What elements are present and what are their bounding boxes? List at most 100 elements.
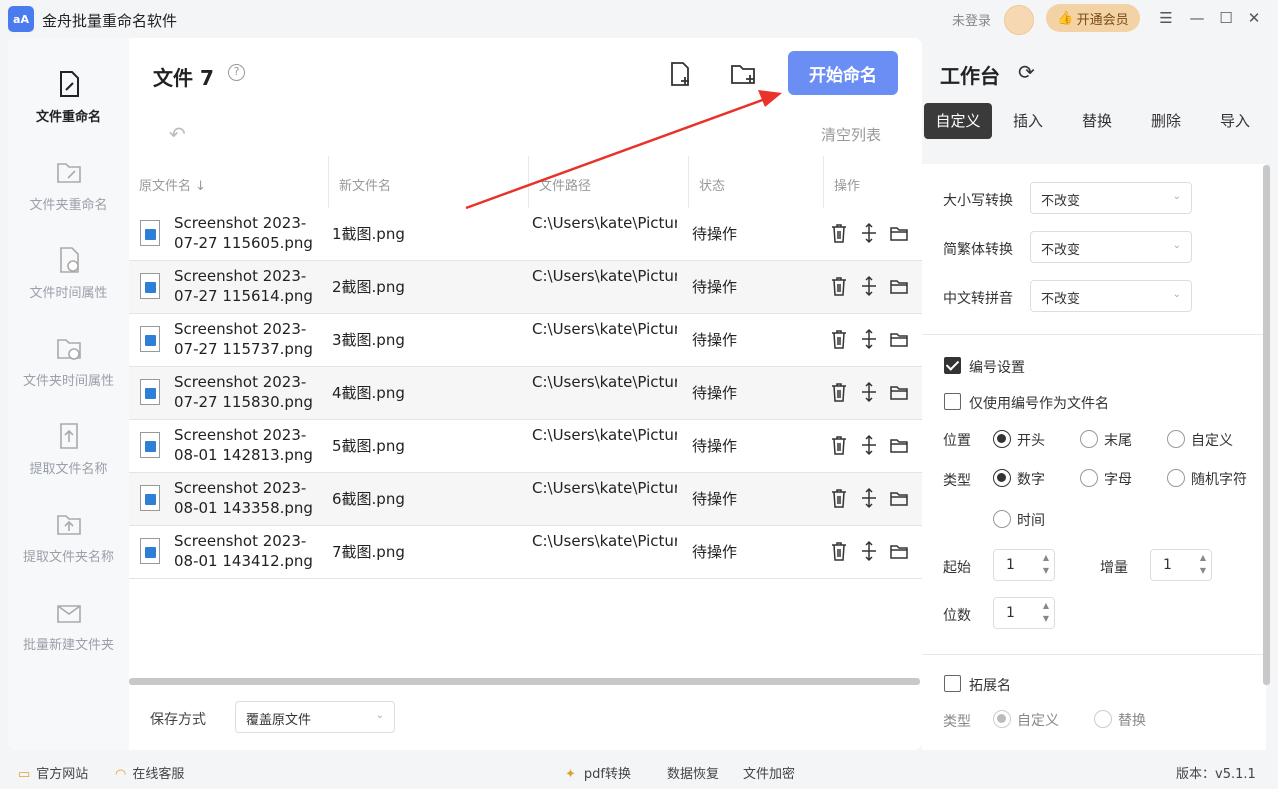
vertical-scrollbar[interactable]	[1263, 165, 1270, 685]
start-stepper[interactable]: 1 ▲ ▼	[993, 549, 1055, 581]
title-bar: aA 金舟批量重命名软件 未登录 👍 开通会员 ☰ — ☐ ✕	[0, 0, 1278, 38]
service-label: 在线客服	[132, 767, 185, 782]
sidebar-item-file-time[interactable]: 文件时间属性	[8, 246, 129, 301]
type-number-radio[interactable]	[993, 469, 1011, 487]
refresh-icon[interactable]: ⟳	[1018, 60, 1035, 84]
position-custom-radio[interactable]	[1167, 430, 1185, 448]
move-icon[interactable]	[859, 487, 879, 509]
table-row[interactable]: Screenshot 2023-07-27 115614.png 2截图.png C…	[129, 261, 922, 314]
tab-import[interactable]: 导入	[1203, 103, 1267, 139]
case-select[interactable]: 不改变 ⌄	[1030, 182, 1192, 214]
type-letter-radio[interactable]	[1080, 469, 1098, 487]
type-time-radio[interactable]	[993, 510, 1011, 528]
undo-icon[interactable]: ↶	[169, 122, 186, 146]
pdf-link[interactable]: ✦ pdf转换	[565, 763, 631, 782]
trash-icon[interactable]	[829, 222, 849, 244]
column-divider[interactable]	[688, 156, 689, 208]
row-actions	[829, 222, 914, 244]
move-icon[interactable]	[859, 275, 879, 297]
only-number-checkbox[interactable]	[944, 393, 961, 410]
tab-delete[interactable]: 删除	[1134, 103, 1198, 139]
simplified-traditional-select[interactable]: 不改变 ⌄	[1030, 231, 1192, 263]
sidebar-item-file-rename[interactable]: 文件重命名	[8, 70, 129, 125]
open-folder-icon[interactable]	[889, 434, 909, 456]
add-folder-icon[interactable]	[729, 60, 757, 88]
increment-stepper[interactable]: 1 ▲ ▼	[1150, 549, 1212, 581]
table-row[interactable]: Screenshot 2023-08-01 143412.png 7截图.png C…	[129, 526, 922, 579]
sidebar-item-label: 文件夹重命名	[29, 198, 108, 213]
move-icon[interactable]	[859, 540, 879, 562]
stepper-down-icon[interactable]: ▼	[1043, 614, 1049, 623]
minimize-icon[interactable]: —	[1187, 8, 1207, 28]
menu-icon[interactable]: ☰	[1156, 8, 1176, 28]
move-icon[interactable]	[859, 328, 879, 350]
original-name-cell: Screenshot 2023-08-01 143412.png	[174, 532, 313, 570]
table-row[interactable]: Screenshot 2023-07-27 115737.png 3截图.png C…	[129, 314, 922, 367]
sidebar-item-folder-time[interactable]: 文件夹时间属性	[8, 334, 129, 389]
trash-icon[interactable]	[829, 275, 849, 297]
open-folder-icon[interactable]	[889, 222, 909, 244]
website-link[interactable]: ▭ 官方网站	[18, 763, 88, 782]
encrypt-link[interactable]: 文件加密	[743, 763, 795, 782]
table-row[interactable]: Screenshot 2023-07-27 115830.png 4截图.png C…	[129, 367, 922, 420]
sidebar-item-folder-rename[interactable]: 文件夹重命名	[8, 158, 129, 213]
column-divider[interactable]	[328, 156, 329, 208]
table-row[interactable]: Screenshot 2023-07-27 115605.png 1截图.png C…	[129, 208, 922, 261]
table-row[interactable]: Screenshot 2023-08-01 143358.png 6截图.png C…	[129, 473, 922, 526]
trash-icon[interactable]	[829, 540, 849, 562]
tab-custom[interactable]: 自定义	[924, 103, 992, 139]
column-divider[interactable]	[528, 156, 529, 208]
ext-replace-radio[interactable]	[1094, 710, 1112, 728]
stepper-up-icon[interactable]: ▲	[1043, 553, 1049, 562]
open-folder-icon[interactable]	[889, 540, 909, 562]
move-icon[interactable]	[859, 222, 879, 244]
avatar[interactable]	[1004, 5, 1034, 35]
service-link[interactable]: ◠ 在线客服	[115, 763, 184, 782]
login-status[interactable]: 未登录	[952, 10, 991, 29]
open-folder-icon[interactable]	[889, 275, 909, 297]
open-folder-icon[interactable]	[889, 381, 909, 403]
table-row[interactable]: Screenshot 2023-08-01 142813.png 5截图.png C…	[129, 420, 922, 473]
sidebar-item-extract-file[interactable]: 提取文件名称	[8, 422, 129, 477]
stepper-down-icon[interactable]: ▼	[1043, 566, 1049, 575]
numbering-checkbox[interactable]	[944, 357, 961, 374]
clear-list-button[interactable]: 清空列表	[821, 124, 881, 145]
pinyin-select[interactable]: 不改变 ⌄	[1030, 280, 1192, 312]
horizontal-scrollbar[interactable]	[129, 678, 920, 685]
open-folder-icon[interactable]	[889, 487, 909, 509]
trash-icon[interactable]	[829, 434, 849, 456]
trash-icon[interactable]	[829, 381, 849, 403]
column-divider[interactable]	[823, 156, 824, 208]
ext-custom-radio[interactable]	[993, 710, 1011, 728]
trash-icon[interactable]	[829, 487, 849, 509]
only-number-label: 仅使用编号作为文件名	[969, 396, 1109, 412]
vip-button[interactable]: 👍 开通会员	[1046, 4, 1140, 32]
sidebar-item-extract-folder[interactable]: 提取文件夹名称	[8, 510, 129, 565]
extension-checkbox[interactable]	[944, 675, 961, 692]
start-rename-button[interactable]: 开始命名	[788, 51, 898, 95]
save-mode-select[interactable]: 覆盖原文件 ⌄	[235, 701, 395, 733]
stepper-up-icon[interactable]: ▲	[1200, 553, 1206, 562]
path-cell: C:\Users\kate\Pictures\Screenshots...	[532, 479, 677, 497]
stepper-up-icon[interactable]: ▲	[1043, 601, 1049, 610]
column-header-actions: 操作	[834, 179, 861, 194]
move-icon[interactable]	[859, 381, 879, 403]
tab-insert[interactable]: 插入	[996, 103, 1060, 139]
open-folder-icon[interactable]	[889, 328, 909, 350]
help-icon[interactable]: ?	[228, 64, 245, 81]
stepper-down-icon[interactable]: ▼	[1200, 566, 1206, 575]
add-file-icon[interactable]	[666, 60, 694, 88]
type-random-radio[interactable]	[1167, 469, 1185, 487]
recovery-link[interactable]: 数据恢复	[667, 763, 719, 782]
tab-replace[interactable]: 替换	[1065, 103, 1129, 139]
digits-stepper[interactable]: 1 ▲ ▼	[993, 597, 1055, 629]
trash-icon[interactable]	[829, 328, 849, 350]
move-icon[interactable]	[859, 434, 879, 456]
close-icon[interactable]: ✕	[1244, 8, 1264, 28]
path-cell: C:\Users\kate\Pictures\Screenshots...	[532, 373, 677, 391]
position-start-radio[interactable]	[993, 430, 1011, 448]
column-header-original[interactable]: 原文件名 ↓	[139, 175, 206, 194]
sidebar-item-batch-folder[interactable]: 批量新建文件夹	[8, 598, 129, 653]
maximize-icon[interactable]: ☐	[1216, 8, 1236, 28]
position-end-radio[interactable]	[1080, 430, 1098, 448]
